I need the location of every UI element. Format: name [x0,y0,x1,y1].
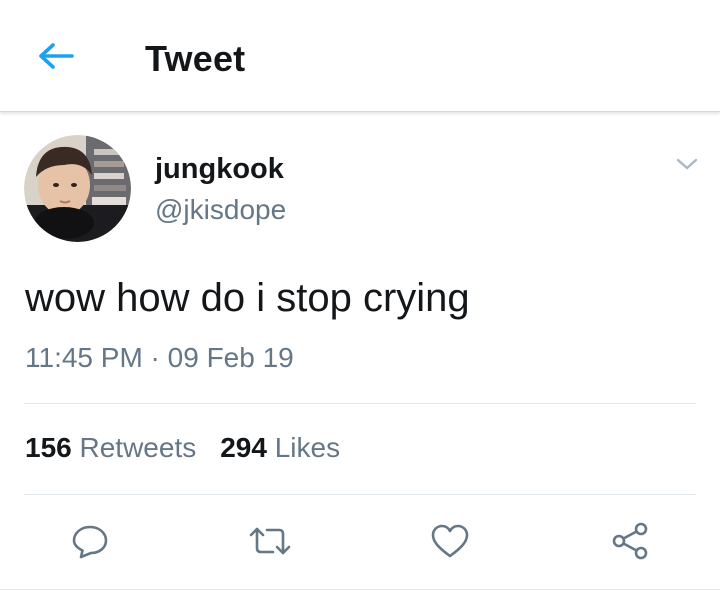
divider [24,494,696,495]
author-handle[interactable]: @jkisdope [155,194,286,226]
likes-count: 294 [220,432,275,463]
chevron-down-icon [676,158,698,170]
tweet-stats: 156 Retweets 294 Likes [25,432,340,464]
heart-icon [431,524,469,558]
share-button[interactable] [607,518,653,564]
likes-label: Likes [274,432,341,463]
retweets-label: Retweets [79,432,197,463]
arrow-left-icon [39,43,74,69]
avatar[interactable] [24,135,131,242]
top-app-bar: Tweet [0,0,720,112]
reply-button[interactable] [67,518,113,564]
retweet-arrows-icon [249,527,291,555]
retweet-button[interactable] [247,518,293,564]
author-display-name[interactable]: jungkook [155,153,284,186]
tweet-options-button[interactable] [668,149,706,179]
retweets-count: 156 [25,432,80,463]
divider [0,589,720,590]
page-title: Tweet [145,38,246,79]
avatar-photo [24,135,131,242]
tweet-action-bar [0,518,720,578]
likes-stat[interactable]: 294 Likes [220,432,340,464]
divider [24,403,696,404]
tweet-text: wow how do i stop crying [25,276,470,320]
tweet-timestamp: 11:45 PM · 09 Feb 19 [25,342,294,373]
share-nodes-icon [612,522,648,560]
retweets-stat[interactable]: 156 Retweets [25,432,196,464]
back-button[interactable] [34,36,78,76]
like-button[interactable] [427,518,473,564]
reply-bubble-icon [72,525,108,559]
